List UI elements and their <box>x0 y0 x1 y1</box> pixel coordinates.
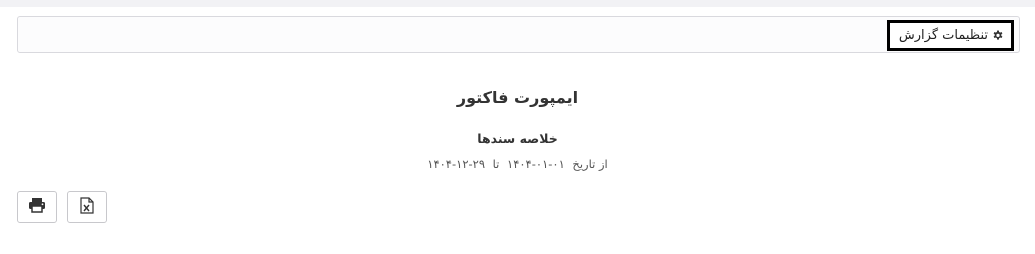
date-range: از تاریخ ۱۴۰۴-۰۱-۰۱ تا ۱۴۰۴-۱۲-۲۹ <box>0 157 1035 171</box>
date-from-label: از تاریخ <box>572 157 608 171</box>
report-settings-label: تنظیمات گزارش <box>898 28 988 43</box>
export-excel-button[interactable] <box>67 191 107 223</box>
excel-file-icon <box>80 196 94 218</box>
report-settings-bar: تنظیمات گزارش <box>17 16 1020 53</box>
report-settings-button[interactable]: تنظیمات گزارش <box>886 20 1014 51</box>
report-title: ایمپورت فاکتور <box>456 88 579 107</box>
printer-icon <box>28 197 46 217</box>
top-strip <box>0 0 1035 7</box>
date-to-label: تا <box>492 157 500 171</box>
date-to-value: ۱۴۰۴-۱۲-۲۹ <box>427 157 485 171</box>
date-from-value: ۱۴۰۴-۰۱-۰۱ <box>507 157 565 171</box>
report-subtitle: خلاصه سندها <box>477 131 558 146</box>
gear-icon <box>992 30 1004 42</box>
print-button[interactable] <box>17 191 57 223</box>
